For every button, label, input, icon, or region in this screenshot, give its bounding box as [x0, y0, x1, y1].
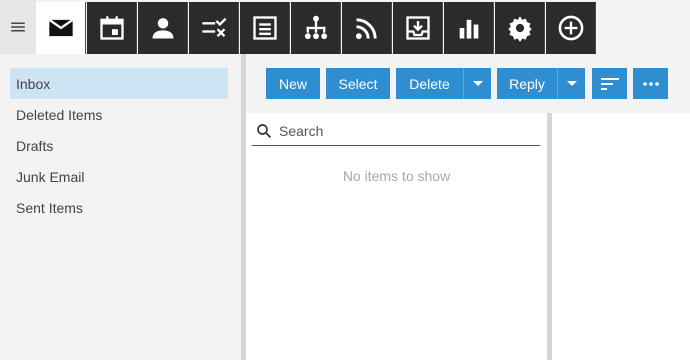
notes-icon: [252, 16, 277, 40]
folder-inbox[interactable]: Inbox: [10, 68, 228, 99]
reply-button[interactable]: Reply: [497, 68, 557, 99]
app-tile-rss[interactable]: [342, 2, 392, 54]
app-tile-settings[interactable]: [495, 2, 545, 54]
app-tile-calendar[interactable]: [87, 2, 137, 54]
app-tile-tasks[interactable]: [189, 2, 239, 54]
app-tile-notes[interactable]: [240, 2, 290, 54]
mail-icon: [48, 18, 73, 37]
app-bar: [0, 0, 690, 54]
more-dots-icon: [642, 81, 659, 86]
folder-deleted-items[interactable]: Deleted Items: [10, 99, 228, 130]
sort-icon: [600, 77, 619, 90]
org-chart-icon: [304, 15, 327, 40]
hamburger-icon: [11, 22, 25, 32]
more-options-button[interactable]: [633, 68, 668, 99]
app-tile-org-chart[interactable]: [291, 2, 341, 54]
app-tile-inbox-download[interactable]: [393, 2, 443, 54]
search-input[interactable]: [279, 122, 519, 139]
chevron-down-icon: [472, 80, 483, 86]
new-button[interactable]: New: [266, 68, 320, 99]
contacts-icon: [152, 18, 173, 39]
search-icon: [257, 123, 272, 138]
calendar-icon: [99, 16, 124, 40]
folder-drafts[interactable]: Drafts: [10, 130, 228, 161]
sort-button[interactable]: [592, 68, 627, 99]
reading-pane: [552, 113, 690, 360]
app-tile-add[interactable]: [546, 2, 596, 54]
select-button[interactable]: Select: [326, 68, 390, 99]
delete-dropdown-button[interactable]: [463, 68, 491, 99]
folder-sent-items[interactable]: Sent Items: [10, 192, 228, 223]
rss-icon: [355, 18, 377, 40]
inbox-download-icon: [405, 16, 430, 40]
app-tile-contacts[interactable]: [138, 2, 188, 54]
search-box: [252, 116, 540, 146]
app-tile-mail[interactable]: [36, 2, 86, 54]
reply-dropdown-button[interactable]: [557, 68, 585, 99]
chevron-down-icon: [566, 80, 577, 86]
tasks-icon: [201, 17, 226, 37]
add-circle-icon: [558, 15, 583, 41]
message-list-pane: [246, 113, 547, 360]
reports-chart-icon: [459, 19, 478, 39]
app-tile-reports[interactable]: [444, 2, 494, 54]
folder-junk-email[interactable]: Junk Email: [10, 161, 228, 192]
delete-button[interactable]: Delete: [396, 68, 463, 99]
settings-gear-icon: [507, 16, 532, 42]
hamburger-menu-button[interactable]: [0, 0, 36, 54]
empty-list-message: No items to show: [342, 168, 451, 184]
